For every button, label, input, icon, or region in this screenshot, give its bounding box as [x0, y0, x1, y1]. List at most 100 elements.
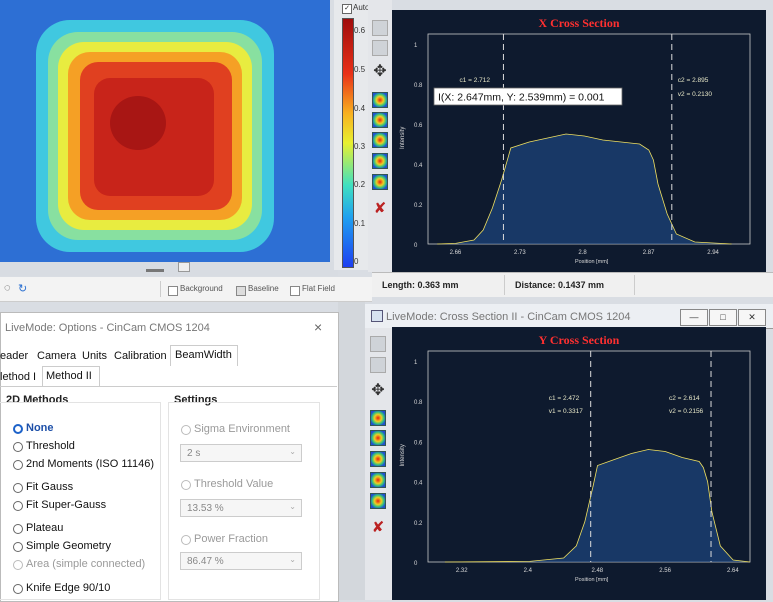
power-fraction-value: 86.47 % [187, 556, 224, 567]
method-fit-gauss-label: Fit Gauss [26, 481, 74, 493]
y-axis-label: Intensity [400, 127, 406, 149]
move-cursor-icon[interactable]: ✥ [370, 383, 386, 399]
view-mode-icon[interactable] [372, 153, 388, 169]
window-title: LiveMode: Cross Section II - CinCam CMOS… [386, 311, 631, 323]
view-mode-icon[interactable] [370, 472, 386, 488]
length-readout: Length: 0.363 mm [382, 280, 459, 290]
method-2nd-moments-radio[interactable] [13, 460, 23, 470]
rotate-icon[interactable]: ↻ [18, 282, 27, 295]
method-threshold-radio[interactable] [13, 442, 23, 452]
minimize-button[interactable]: — [680, 309, 708, 326]
tab-units[interactable]: Units [82, 350, 107, 362]
v2-label: v2 = 0.2130 [678, 91, 713, 98]
method-knife-edge-label: Knife Edge 90/10 [26, 582, 111, 594]
view-mode-icon[interactable] [370, 430, 386, 446]
c2-label: c2 = 2.614 [669, 395, 700, 402]
tab-calibration[interactable]: Calibration [114, 350, 167, 362]
method-knife-edge-radio[interactable] [13, 584, 23, 594]
tab-header[interactable]: eader [0, 350, 28, 362]
auto-checkbox[interactable]: ✓ [342, 4, 352, 14]
c2-label: c2 = 2.895 [678, 77, 709, 84]
x-tick-label: 2.8 [578, 250, 587, 256]
background-window [338, 302, 365, 600]
method-area-radio [13, 560, 23, 570]
background-label: Background [180, 284, 223, 293]
y-tick-label: 0.8 [414, 400, 423, 406]
y-axis-label: Intensity [400, 444, 406, 466]
view-mode-icon[interactable] [372, 92, 388, 108]
chevron-down-icon: ⌄ [289, 555, 296, 564]
method-fit-gauss-radio[interactable] [13, 483, 23, 493]
c1-label: c1 = 2.712 [459, 77, 490, 84]
pin-tool-icon[interactable]: ✘ [372, 201, 388, 217]
beam-heatmap[interactable] [0, 0, 330, 262]
method-simple-geometry-radio[interactable] [13, 542, 23, 552]
tab-beamwidth[interactable]: BeamWidth [175, 349, 232, 361]
method-2nd-moments-label: 2nd Moments (ISO 11146) [26, 458, 154, 470]
chevron-down-icon: ⌄ [289, 447, 296, 456]
window-close-button[interactable]: ✕ [738, 309, 766, 326]
y-tick-label: 0.6 [414, 440, 423, 446]
y-tick-label: 1 [414, 360, 418, 366]
view-mode-icon[interactable] [372, 132, 388, 148]
chevron-down-icon: ⌄ [289, 502, 296, 511]
flat-field-label: Flat Field [302, 284, 335, 293]
restore-button[interactable]: □ [709, 309, 737, 326]
flat-field-checkbox[interactable] [290, 286, 300, 296]
baseline-checkbox[interactable] [236, 286, 246, 296]
y-tick-label: 0.8 [414, 83, 423, 89]
pin-tool-icon[interactable]: ✘ [370, 520, 386, 536]
method-threshold-label: Threshold [26, 440, 75, 452]
method-fit-super-gauss-radio[interactable] [13, 501, 23, 511]
tab-method-1[interactable]: lethod I [0, 371, 36, 383]
y-tick-label: 1 [414, 43, 418, 49]
threshold-value: 13.53 % [187, 503, 224, 514]
tooltip-text: I(X: 2.647mm, Y: 2.539mm) = 0.001 [438, 92, 605, 104]
y-tick-label: 0 [414, 243, 418, 249]
y-tick-label: 0.4 [414, 481, 423, 487]
method-simple-geometry-label: Simple Geometry [26, 540, 111, 552]
x-cross-section-plot[interactable]: X Cross Section 1 0.8 0.6 0.4 0.2 0 2.66 2.73 2.… [392, 10, 766, 272]
v1-label: v1 = 0.3317 [549, 408, 584, 415]
x-status-bar: Length: 0.363 mm Distance: 0.1437 mm [372, 272, 773, 297]
view-mode-icon[interactable] [370, 451, 386, 467]
profile-area [437, 134, 732, 244]
tab-camera[interactable]: Camera [37, 350, 76, 362]
view-mode-icon[interactable] [370, 493, 386, 509]
distance-readout: Distance: 0.1437 mm [515, 280, 605, 290]
method-plateau-label: Plateau [26, 522, 64, 534]
threshold-label: Threshold Value [194, 478, 274, 490]
dialog-title: LiveMode: Options - CinCam CMOS 1204 [5, 322, 210, 334]
tab-method-2[interactable]: Method II [46, 370, 92, 382]
method-none-label: None [26, 422, 54, 434]
background-checkbox[interactable] [168, 286, 178, 296]
lock-icon[interactable] [372, 20, 388, 36]
colorbar-tick: 0.1 [354, 219, 366, 228]
colorbar-gradient [342, 18, 354, 268]
colorbar-tick: 0.3 [354, 142, 366, 151]
power-fraction-radio [181, 535, 191, 545]
y-tick-label: 0.4 [414, 163, 423, 169]
method-plateau-radio[interactable] [13, 524, 23, 534]
move-cursor-icon[interactable]: ✥ [372, 64, 388, 80]
y-tick-label: 0 [414, 561, 418, 567]
heatmap-scrollbar[interactable] [0, 262, 338, 276]
refresh-icon[interactable]: ◌ [4, 282, 11, 294]
lock-icon[interactable] [370, 336, 386, 352]
y-cross-section-plot[interactable]: Y Cross Section 1 0.8 0.6 0.4 0.2 0 2.32 2.4 2.4… [392, 327, 766, 600]
dialog-close-button[interactable]: × [314, 319, 322, 335]
x-tick-label: 2.48 [591, 568, 603, 574]
x-axis-label: Position [mm] [575, 577, 609, 583]
y-tick-label: 0.2 [414, 521, 423, 527]
v2-label: v2 = 0.2156 [669, 408, 704, 415]
y-tick-label: 0.2 [414, 203, 423, 209]
method-none-radio[interactable] [13, 424, 23, 434]
colorbar-tick: 0.2 [354, 180, 366, 189]
x-tick-label: 2.94 [707, 250, 719, 256]
save-icon[interactable] [370, 357, 386, 373]
method-area-label: Area (simple connected) [26, 558, 146, 570]
save-icon[interactable] [372, 40, 388, 56]
view-mode-icon[interactable] [372, 174, 388, 190]
view-mode-icon[interactable] [372, 112, 388, 128]
view-mode-icon[interactable] [370, 410, 386, 426]
